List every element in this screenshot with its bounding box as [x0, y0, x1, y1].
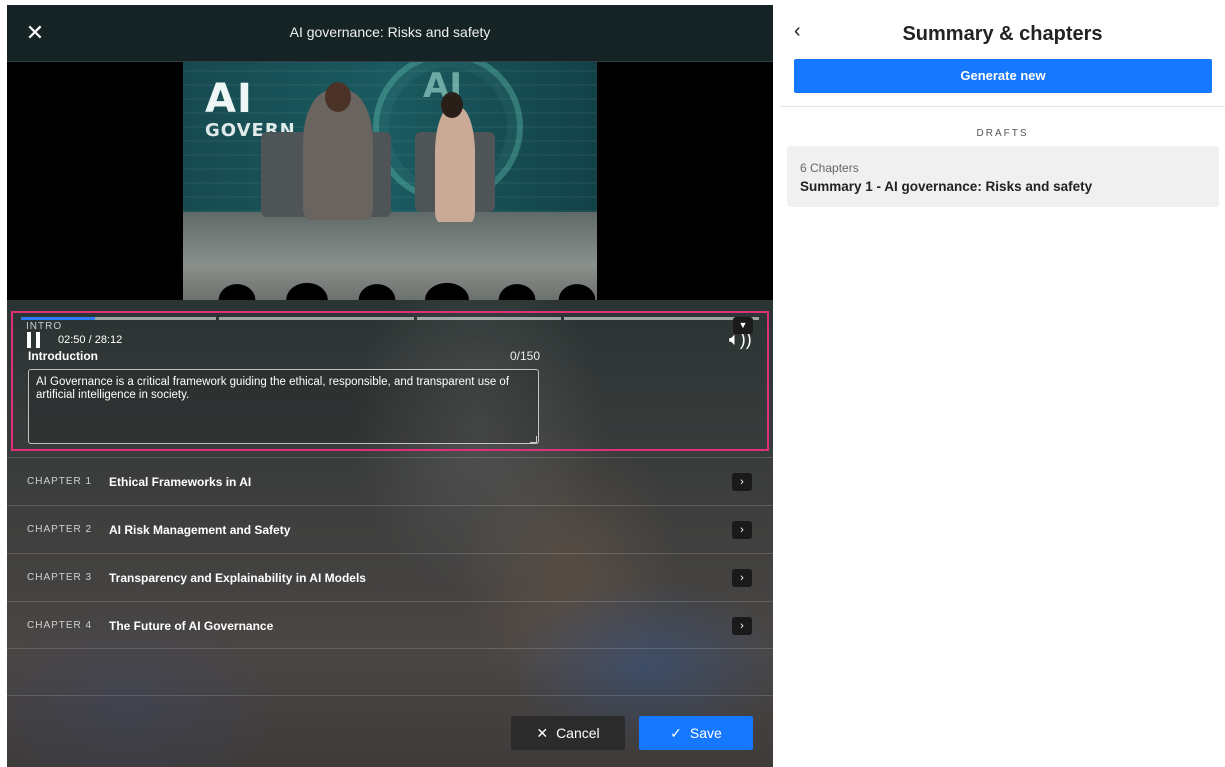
audience-silhouettes — [7, 256, 773, 300]
cancel-label: Cancel — [556, 725, 600, 741]
video-title: AI governance: Risks and safety — [289, 24, 491, 40]
chapter-number: CHAPTER 2 — [27, 524, 93, 535]
video-player[interactable]: AI AI GOVERN 02:50 / 28:12 🔈︎)) — [7, 62, 773, 349]
close-icon: ✕ — [536, 725, 549, 741]
chevron-down-icon[interactable]: ▼ — [733, 317, 753, 334]
summary-sidebar: ‹ Summary & chapters Generate new DRAFTS… — [780, 0, 1225, 767]
intro-char-count: 0/150 — [510, 349, 541, 363]
chapter-number: CHAPTER 1 — [27, 476, 93, 487]
intro-tag: INTRO — [26, 321, 63, 332]
footer-divider — [7, 695, 773, 696]
drafts-heading: DRAFTS — [976, 128, 1029, 139]
chapter-title: AI Risk Management and Safety — [109, 523, 291, 537]
save-button[interactable]: ✓ Save — [639, 716, 753, 750]
sidebar-title: Summary & chapters — [902, 23, 1103, 45]
draft-chapter-count: 6 Chapters — [800, 161, 859, 175]
chapter-row-3[interactable]: CHAPTER 3 Transparency and Explainabilit… — [7, 553, 773, 601]
intro-section: INTRO ▼ Introduction 0/150 — [11, 311, 769, 451]
chapter-number: CHAPTER 3 — [27, 572, 93, 583]
backdrop-brand-ai: AI — [205, 76, 253, 122]
draft-name: Summary 1 - AI governance: Risks and saf… — [800, 179, 1093, 194]
editor-header: ✕ AI governance: Risks and safety — [7, 5, 773, 62]
sidebar-divider — [780, 106, 1225, 107]
intro-title: Introduction — [28, 349, 98, 363]
chapter-number: CHAPTER 4 — [27, 620, 93, 631]
check-icon: ✓ — [670, 725, 682, 741]
chapter-row-1[interactable]: CHAPTER 1 Ethical Frameworks in AI › — [7, 457, 773, 505]
draft-card[interactable]: 6 Chapters Summary 1 - AI governance: Ri… — [787, 146, 1219, 207]
resize-handle-icon[interactable] — [530, 436, 537, 443]
save-label: Save — [689, 725, 722, 741]
cancel-button[interactable]: ✕ Cancel — [511, 716, 625, 750]
chevron-right-icon[interactable]: › — [732, 569, 752, 587]
chapter-title: Ethical Frameworks in AI — [109, 475, 252, 489]
chapter-title: Transparency and Explainability in AI Mo… — [109, 571, 366, 585]
chapter-row-2[interactable]: CHAPTER 2 AI Risk Management and Safety … — [7, 505, 773, 553]
speaker-man-head — [325, 82, 351, 112]
chapter-editor-panel: ✕ AI governance: Risks and safety AI AI … — [7, 5, 773, 767]
chevron-right-icon[interactable]: › — [732, 617, 752, 635]
chevron-right-icon[interactable]: › — [732, 521, 752, 539]
intro-textarea[interactable] — [28, 369, 539, 444]
speaker-woman — [435, 107, 475, 222]
chapter-row-4[interactable]: CHAPTER 4 The Future of AI Governance › — [7, 601, 773, 649]
speaker-woman-head — [441, 92, 463, 118]
chevron-right-icon[interactable]: › — [732, 473, 752, 491]
chapter-title: The Future of AI Governance — [109, 619, 274, 633]
generate-new-button[interactable]: Generate new — [794, 59, 1212, 93]
